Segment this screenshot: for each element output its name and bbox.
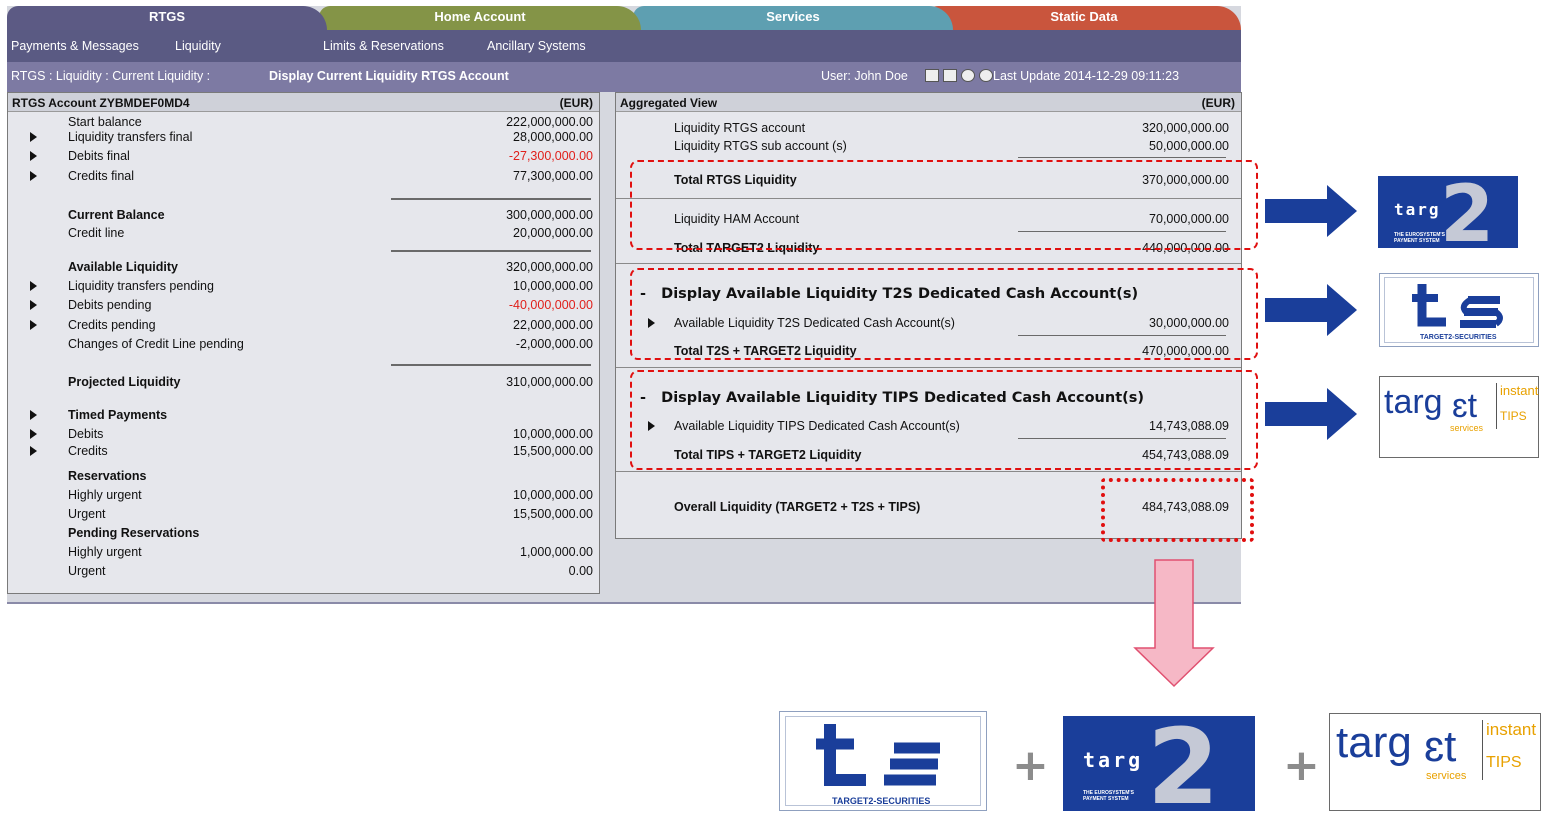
pink-down-arrow-icon bbox=[1133, 559, 1215, 688]
logo-text: targ bbox=[1336, 718, 1412, 767]
row-timed-credits[interactable]: Credits 15,500,000.00 bbox=[30, 444, 593, 460]
plus-sign: + bbox=[1012, 740, 1049, 791]
expand-arrow-icon[interactable] bbox=[30, 410, 37, 420]
expand-arrow-icon[interactable] bbox=[30, 132, 37, 142]
target2-logo-bottom: 2 targ THE EUROSYSTEM'S PAYMENT SYSTEM bbox=[1063, 706, 1255, 828]
row-liquidity-transfers-final[interactable]: Liquidity transfers final 28,000,000.00 bbox=[30, 130, 593, 146]
highlight-overall bbox=[1101, 478, 1254, 542]
logo-caption: TARGET2-SECURITIES bbox=[1420, 334, 1497, 341]
subnav-liquidity[interactable]: Liquidity bbox=[175, 39, 221, 53]
row-timed-payments[interactable]: Timed Payments bbox=[30, 408, 593, 424]
row-start-balance: Start balance 222,000,000.00 bbox=[68, 115, 593, 129]
breadcrumb: RTGS : Liquidity : Current Liquidity : D… bbox=[7, 62, 1241, 92]
bottom-bar bbox=[7, 602, 1241, 604]
logo-services: services bbox=[1450, 423, 1484, 433]
logo-text: targ bbox=[1083, 748, 1144, 772]
t2s-logo-bottom: TARGET2-SECURITIES bbox=[779, 711, 987, 811]
highlight-target2 bbox=[630, 160, 1258, 250]
row-res-urgent: Urgent 15,500,000.00 bbox=[68, 507, 593, 521]
row-current-balance: Current Balance 300,000,000.00 bbox=[68, 208, 593, 222]
logo-caption: TARGET2-SECURITIES bbox=[832, 796, 931, 806]
tab-static-data[interactable]: Static Data bbox=[927, 6, 1241, 30]
tab-home-account[interactable]: Home Account bbox=[319, 6, 641, 30]
row-pend-urgent: Urgent 0.00 bbox=[68, 564, 593, 578]
highlight-tips bbox=[630, 370, 1258, 470]
sub-navigation: Payments & Messages Liquidity Limits & R… bbox=[7, 30, 1241, 62]
row-credits-final[interactable]: Credits final 77,300,000.00 bbox=[30, 169, 593, 185]
tips-logo-bottom: targ ɛt services instant TIPS bbox=[1329, 713, 1541, 811]
t2s-logo: TARGET2-SECURITIES bbox=[1379, 273, 1539, 347]
row-projected-liquidity: Projected Liquidity 310,000,000.00 bbox=[68, 375, 593, 389]
target2-logo: 2 targ THE EUROSYSTEM'S PAYMENT SYSTEM bbox=[1378, 170, 1518, 260]
logo-tips-name: TIPS bbox=[1486, 754, 1522, 771]
logo-instant: instant bbox=[1486, 720, 1537, 739]
expand-arrow-icon[interactable] bbox=[30, 446, 37, 456]
tab-services[interactable]: Services bbox=[633, 6, 953, 30]
page-title: Display Current Liquidity RTGS Account bbox=[269, 69, 509, 83]
currency-label: (EUR) bbox=[1201, 96, 1235, 110]
panel-header: Aggregated View (EUR) bbox=[616, 93, 1241, 112]
row-credit-line: Credit line 20,000,000.00 bbox=[68, 226, 593, 240]
logo-tips-name: TIPS bbox=[1500, 409, 1527, 423]
row-credit-line-changes-pending: Changes of Credit Line pending -2,000,000… bbox=[68, 337, 593, 351]
print-icon[interactable] bbox=[925, 69, 939, 82]
last-update: Last Update 2014-12-29 09:11:23 bbox=[993, 69, 1180, 83]
account-title: RTGS Account ZYBMDEF0MD4 bbox=[12, 96, 190, 110]
row-liquidity-rtgs-account: Liquidity RTGS account 320,000,000.00 bbox=[674, 121, 1229, 135]
plus-sign: + bbox=[1283, 740, 1320, 791]
refresh-icon[interactable] bbox=[979, 69, 993, 82]
breadcrumb-path: RTGS : Liquidity : Current Liquidity : bbox=[11, 69, 211, 83]
row-timed-debits[interactable]: Debits 10,000,000.00 bbox=[30, 427, 593, 443]
row-debits-final[interactable]: Debits final -27,300,000.00 bbox=[30, 149, 593, 165]
logo-services: services bbox=[1426, 770, 1467, 782]
help-icon[interactable] bbox=[961, 69, 975, 82]
divider bbox=[616, 263, 1241, 264]
logo-text: targ bbox=[1384, 383, 1443, 421]
subnav-ancillary-systems[interactable]: Ancillary Systems bbox=[487, 39, 586, 53]
main-tabs: Static Data Services Home Account RTGS bbox=[7, 6, 1241, 32]
row-liquidity-rtgs-sub: Liquidity RTGS sub account (s) 50,000,000… bbox=[674, 139, 1229, 153]
logo-subtitle: THE EUROSYSTEM'S PAYMENT SYSTEM bbox=[1083, 790, 1134, 802]
expand-arrow-icon[interactable] bbox=[30, 300, 37, 310]
logo-subtitle: THE EUROSYSTEM'S PAYMENT SYSTEM bbox=[1394, 232, 1445, 244]
logo-two: 2 bbox=[1147, 706, 1220, 828]
row-credits-pending[interactable]: Credits pending 22,000,000.00 bbox=[30, 318, 593, 334]
logo-instant: instant bbox=[1500, 383, 1539, 398]
tab-rtgs[interactable]: RTGS bbox=[7, 6, 327, 30]
divider bbox=[616, 367, 1241, 368]
row-pending-reservations: Pending Reservations bbox=[68, 526, 200, 540]
expand-arrow-icon[interactable] bbox=[30, 320, 37, 330]
row-reservations: Reservations bbox=[68, 469, 147, 483]
expand-arrow-icon[interactable] bbox=[30, 171, 37, 181]
row-pend-highly-urgent: Highly urgent 1,000,000.00 bbox=[68, 545, 593, 559]
blue-arrow-icon bbox=[1265, 185, 1357, 237]
row-res-highly-urgent: Highly urgent 10,000,000.00 bbox=[68, 488, 593, 502]
row-debits-pending[interactable]: Debits pending -40,000,000.00 bbox=[30, 298, 593, 314]
expand-arrow-icon[interactable] bbox=[30, 281, 37, 291]
row-liquidity-transfers-pending[interactable]: Liquidity transfers pending 10,000,000.00 bbox=[30, 279, 593, 295]
rtgs-account-panel: RTGS Account ZYBMDEF0MD4 (EUR) Start bal… bbox=[7, 92, 600, 594]
row-available-liquidity: Available Liquidity 320,000,000.00 bbox=[68, 260, 593, 274]
currency-label: (EUR) bbox=[559, 96, 593, 110]
logo-two: 2 bbox=[1440, 170, 1495, 260]
highlight-t2s bbox=[630, 268, 1258, 360]
expand-arrow-icon[interactable] bbox=[30, 151, 37, 161]
blue-arrow-icon bbox=[1265, 284, 1357, 336]
divider bbox=[616, 471, 1241, 472]
expand-arrow-icon[interactable] bbox=[30, 429, 37, 439]
tips-logo: targ ɛt services instant TIPS bbox=[1379, 376, 1539, 458]
divider bbox=[391, 250, 591, 252]
save-icon[interactable] bbox=[943, 69, 957, 82]
divider bbox=[391, 198, 591, 200]
subnav-limits-reservations[interactable]: Limits & Reservations bbox=[323, 39, 444, 53]
aggregated-title: Aggregated View bbox=[620, 96, 718, 110]
panel-header: RTGS Account ZYBMDEF0MD4 (EUR) bbox=[8, 93, 599, 112]
divider bbox=[391, 364, 591, 366]
subnav-payments-messages[interactable]: Payments & Messages bbox=[11, 39, 139, 53]
user-label: User: John Doe bbox=[821, 69, 908, 83]
logo-text: targ bbox=[1394, 200, 1441, 219]
blue-arrow-icon bbox=[1265, 388, 1357, 440]
divider bbox=[1018, 157, 1226, 158]
